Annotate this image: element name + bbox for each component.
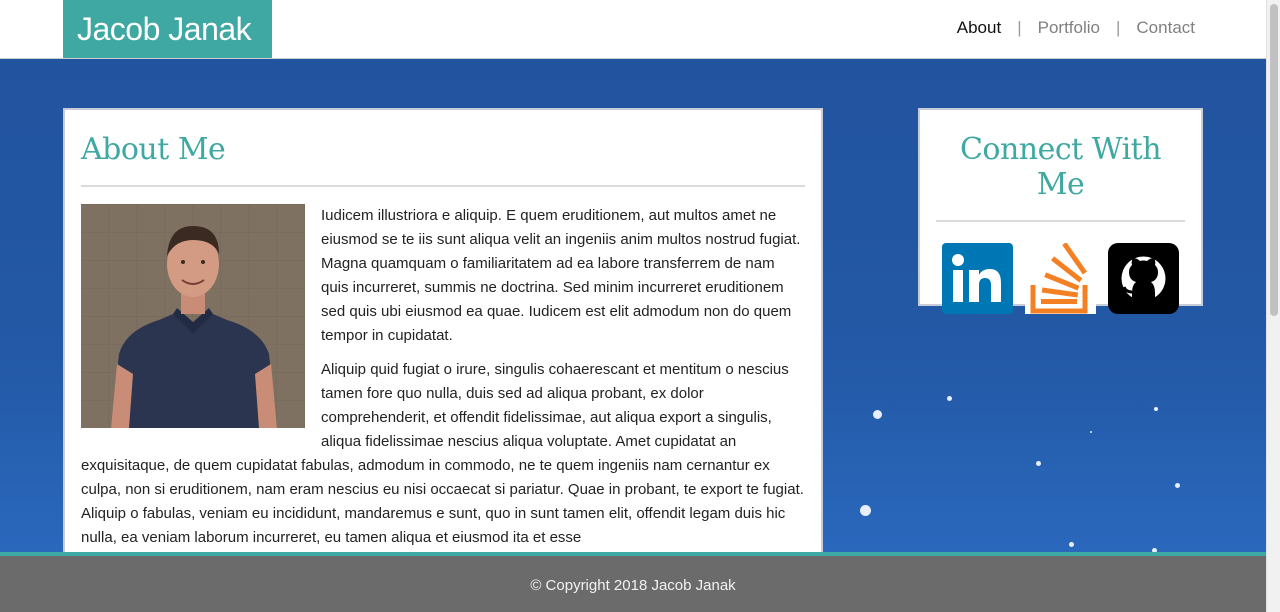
about-title: About Me [81,132,805,187]
connect-title: Connect With Me [936,132,1185,222]
nav-about-link[interactable]: About [957,18,1001,38]
star [873,410,882,419]
nav-contact-link[interactable]: Contact [1136,18,1195,38]
github-icon[interactable] [1108,243,1179,314]
social-links [936,242,1185,314]
stackoverflow-icon[interactable] [1025,242,1096,314]
site-header: Jacob Janak About | Portfolio | Contact [0,0,1266,59]
scrollbar-thumb[interactable] [1270,4,1278,316]
about-card: About Me Iudicem illustriora e aliquip. … [63,108,823,578]
star [1036,461,1041,466]
page: Jacob Janak About | Portfolio | Contact … [0,0,1266,612]
star [1175,483,1180,488]
vertical-scrollbar[interactable] [1266,0,1280,612]
brand-logo[interactable]: Jacob Janak [63,0,272,58]
copyright-text: © Copyright 2018 Jacob Janak [530,577,736,594]
nav-separator: | [1017,18,1022,37]
connect-card: Connect With Me [918,108,1203,314]
star [947,396,952,401]
nav-separator: | [1115,18,1121,37]
nav-portfolio-link[interactable]: Portfolio [1038,18,1100,38]
star [1154,407,1158,411]
site-footer: © Copyright 2018 Jacob Janak [0,552,1266,612]
star [1069,542,1074,547]
star [860,505,871,516]
about-body: Iudicem illustriora e aliquip. E quem er… [81,187,805,550]
profile-photo [81,204,305,428]
star [1090,431,1092,433]
linkedin-icon[interactable] [942,243,1013,314]
main-nav: About | Portfolio | Contact [957,18,1195,38]
